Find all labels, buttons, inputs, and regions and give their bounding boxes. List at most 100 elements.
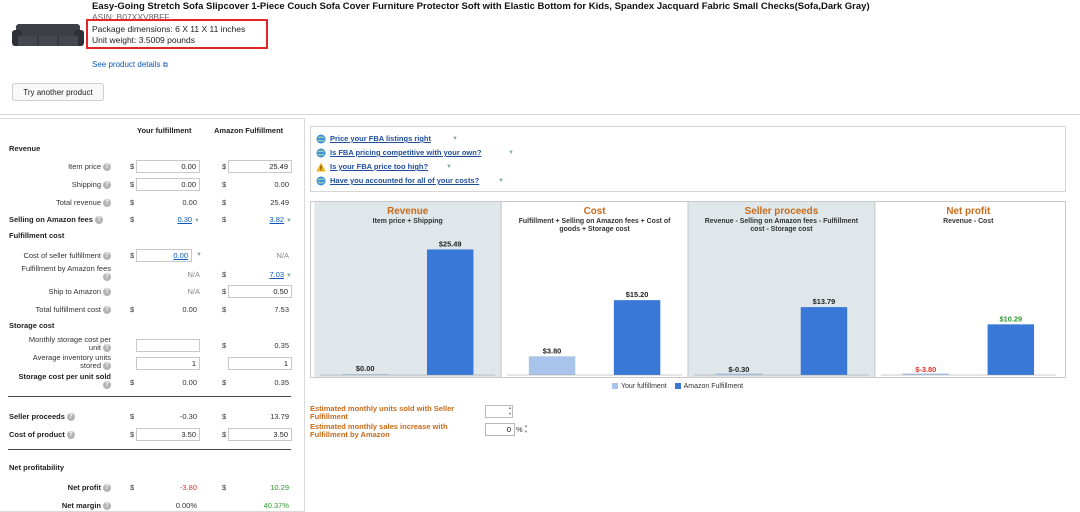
package-dimensions: Package dimensions: 6 X 11 X 11 inches [92, 24, 246, 34]
legend-swatch-your [612, 383, 618, 390]
chart-panel-subtitle: cost - Storage cost [750, 226, 813, 233]
stepper-icon[interactable]: ▲ ▼ [523, 423, 529, 435]
row-storage-per-unit: Storage cost per unit sold? $ 0.00 $ 0.3… [18, 372, 289, 390]
row-monthly-storage: Monthly storage cost per unit? $ 0.35 [28, 335, 289, 353]
bar-amazon-fulfillment [613, 300, 661, 376]
warning-icon [316, 162, 326, 172]
chart-panel-title: Net profit [946, 206, 991, 217]
chart-panel-subtitle: Revenue - Selling on Amazon fees - Fulfi… [705, 218, 859, 225]
col-your-fulfillment: Your fulfillment [137, 126, 192, 135]
percent-sign: % [516, 425, 523, 434]
help-icon[interactable]: ? [103, 252, 111, 261]
section-net-profitability: Net profitability [9, 463, 65, 472]
help-icon[interactable]: ? [103, 484, 111, 493]
row-net-profit: Net profit? $ -3.80 $ 10.29 [67, 483, 289, 493]
chevron-down-icon[interactable]: ▼ [194, 218, 200, 224]
bar-value-label: $13.79 [813, 297, 836, 306]
chart-panel-subtitle: Item price + Shipping [373, 218, 443, 225]
see-product-details-link[interactable]: See product details ⧉ [92, 60, 168, 70]
your-item-price-input[interactable] [136, 160, 200, 173]
your-monthly-storage-input[interactable] [136, 339, 200, 352]
amazon-ship-to-amazon-input[interactable] [228, 285, 292, 298]
fulfillment-comparison-chart: RevenueItem price + Shipping $0.00 $25.49 C… [310, 201, 1066, 378]
row-seller-proceeds: Seller proceeds? $ -0.30 $ 13.79 [9, 412, 289, 422]
your-total-fulfillment: 0.00 [182, 305, 197, 314]
external-link-icon: ⧉ [162, 62, 168, 69]
chart-panel-subtitle: Revenue - Cost [943, 218, 994, 225]
bar-value-label: $-0.30 [728, 365, 749, 374]
amazon-cost-of-product-input[interactable] [228, 428, 292, 441]
your-avg-inventory-input[interactable] [136, 357, 200, 370]
section-fulfillment: Fulfillment cost [9, 231, 65, 240]
bar-value-label: $3.80 [543, 346, 562, 355]
globe-icon [316, 176, 326, 186]
row-shipping: Shipping? $ $ 0.00 [0, 177, 305, 193]
your-storage-per-unit: 0.00 [182, 378, 197, 387]
help-icon[interactable]: ? [94, 216, 103, 225]
fba-tips-panel: Price your FBA listings right ▼ Is FBA pr… [310, 126, 1066, 192]
bar-value-label: $0.00 [356, 364, 375, 373]
help-icon[interactable]: ? [103, 344, 111, 353]
section-storage: Storage cost [9, 321, 55, 330]
help-icon[interactable]: ? [103, 502, 111, 511]
section-revenue: Revenue [9, 144, 41, 153]
divider [8, 396, 291, 397]
help-icon[interactable]: ? [103, 362, 111, 371]
help-icon[interactable]: ? [103, 381, 111, 390]
your-fba-fees: N/A [187, 270, 200, 279]
monthly-units-label: Estimated monthly units sold with Seller… [310, 404, 455, 421]
chevron-down-icon[interactable]: ▼ [508, 150, 514, 156]
chevron-down-icon[interactable]: ▼ [286, 218, 292, 224]
chevron-down-icon[interactable]: ▼ [452, 136, 458, 142]
help-icon[interactable]: ? [103, 163, 111, 172]
help-icon[interactable]: ? [103, 273, 111, 282]
amazon-net-profit: 10.29 [270, 483, 289, 492]
row-cost-of-product: Cost of product? $ $ [0, 427, 305, 443]
your-net-margin: 0.00% [175, 501, 197, 510]
your-seller-proceeds: -0.30 [179, 412, 197, 421]
row-seller-fulfillment: Cost of seller fulfillment? $ 0.00 ▼ N/A [23, 249, 289, 262]
chart-legend: Your fulfillment Amazon Fulfillment [612, 383, 743, 390]
bar-amazon-fulfillment [987, 324, 1035, 376]
chevron-down-icon[interactable]: ▼ [196, 252, 202, 258]
help-icon[interactable]: ? [103, 199, 111, 208]
chart-panel-subtitle: Fulfillment + Selling on Amazon fees + C… [519, 218, 671, 225]
row-total-fulfillment: Total fulfillment cost? $ 0.00 $ 7.53 [35, 305, 289, 315]
chevron-down-icon[interactable]: ▼ [286, 273, 292, 279]
chart-panel-title: Revenue [387, 206, 429, 217]
bar-amazon-fulfillment [800, 307, 848, 376]
stepper-icon[interactable]: ▲ ▼ [507, 405, 513, 417]
amazon-shipping-value: 0.00 [274, 180, 289, 189]
your-selling-fees-link[interactable]: 0.30 [177, 215, 192, 224]
help-icon[interactable]: ? [103, 288, 111, 297]
revenue-calculator: Your fulfillment Amazon Fulfillment Reve… [0, 118, 305, 512]
help-icon[interactable]: ? [66, 413, 75, 422]
amazon-selling-fees-link[interactable]: 3.82 [269, 215, 284, 224]
row-selling-fees: Selling on Amazon fees? $ 0.30 ▼ $ 3.82 ▼ [9, 215, 292, 225]
chevron-down-icon[interactable]: ▼ [446, 164, 452, 170]
amazon-avg-inventory-input[interactable] [228, 357, 292, 370]
legend-your: Your fulfillment [621, 383, 667, 390]
amazon-item-price-input[interactable] [228, 160, 292, 173]
help-icon[interactable]: ? [103, 306, 111, 315]
help-icon[interactable]: ? [103, 181, 111, 190]
chart-panel-title: Cost [584, 206, 607, 217]
amazon-fba-fees-link[interactable]: 7.03 [269, 270, 284, 279]
your-total-revenue: 0.00 [182, 198, 197, 207]
your-cost-of-product-input[interactable] [136, 428, 200, 441]
bar-your-fulfillment [528, 356, 576, 376]
product-title: Easy-Going Stretch Sofa Slipcover 1-Piec… [92, 1, 870, 12]
amazon-seller-fulfillment: N/A [276, 251, 289, 260]
chevron-down-icon[interactable]: ▼ [498, 178, 504, 184]
try-another-product-button[interactable]: Try another product [12, 83, 104, 101]
amazon-net-margin: 40.37% [263, 501, 289, 510]
row-avg-inventory: Average inventory units stored? [0, 354, 305, 372]
globe-icon [316, 148, 326, 158]
help-icon[interactable]: ? [66, 431, 75, 440]
sales-increase-input[interactable] [485, 423, 515, 436]
your-fulfillment-cost-input[interactable]: 0.00 [136, 249, 192, 262]
amazon-monthly-storage: 0.35 [274, 341, 289, 350]
your-shipping-input[interactable] [136, 178, 200, 191]
legend-swatch-amazon [674, 383, 681, 390]
row-total-revenue: Total revenue? $ 0.00 $ 25.49 [55, 198, 289, 208]
